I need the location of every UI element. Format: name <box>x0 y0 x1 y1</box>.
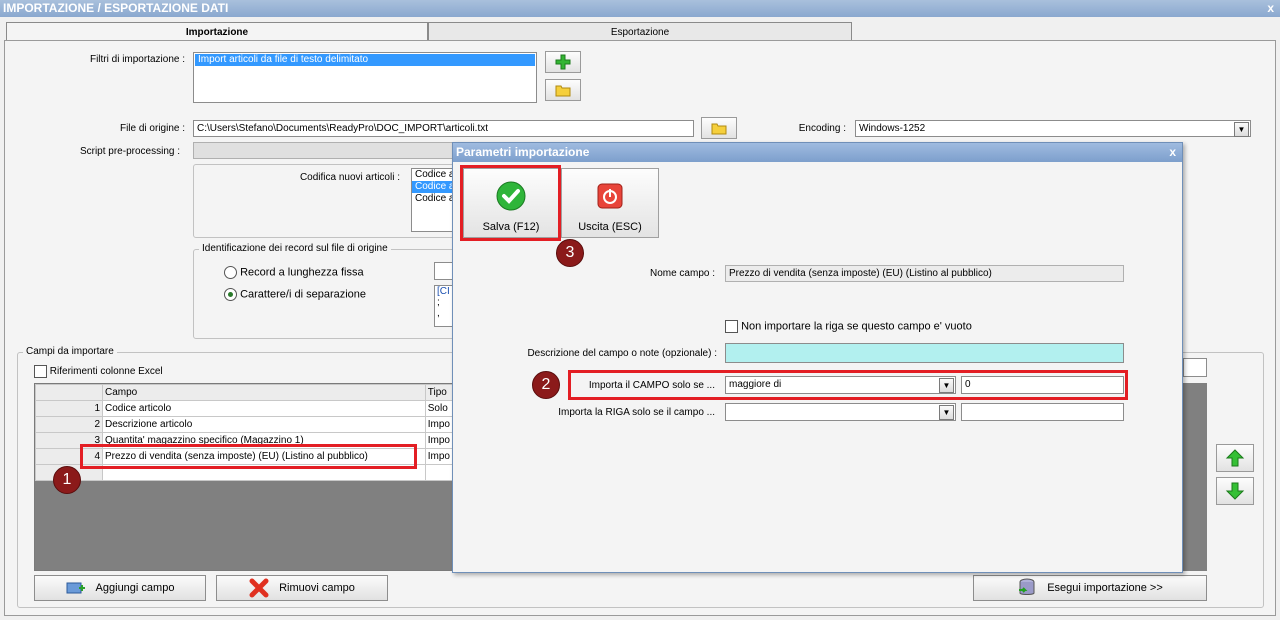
grid-header-tipo: Tipo <box>424 384 453 401</box>
arrow-up-icon <box>1225 449 1245 467</box>
browse-file-button[interactable] <box>701 117 737 139</box>
plus-icon <box>555 54 571 70</box>
row-number: 2 <box>35 416 103 433</box>
folder-icon <box>711 123 727 135</box>
table-row[interactable]: 1 Codice articolo Solo <box>35 400 453 417</box>
filters-label: Filtri di importazione : <box>89 54 185 65</box>
row-number: 1 <box>35 400 103 417</box>
step-badge-2: 2 <box>532 371 560 399</box>
highlight-box-3 <box>460 165 561 241</box>
database-icon <box>1019 578 1035 595</box>
run-import-label: Esegui importazione >> <box>1047 582 1163 594</box>
grid-header-campo: Campo <box>102 384 426 401</box>
row-campo[interactable]: Codice articolo <box>102 400 426 417</box>
step-badge-3: 3 <box>556 239 584 267</box>
step-badge-1: 1 <box>53 466 81 494</box>
window-title: IMPORTAZIONE / ESPORTAZIONE DATI <box>3 1 229 15</box>
radio-separator[interactable]: Carattere/i di separazione <box>224 288 366 301</box>
excel-checkbox-label: Riferimenti colonne Excel <box>49 366 163 378</box>
encoding-value: Windows-1252 <box>859 123 926 134</box>
highlight-box-2 <box>568 370 1128 400</box>
power-icon <box>597 183 623 209</box>
arrow-down-icon <box>1225 482 1245 500</box>
folder-icon <box>555 85 571 97</box>
tab-importazione[interactable]: Importazione <box>6 22 428 41</box>
exit-button[interactable]: Uscita (ESC) <box>561 168 659 238</box>
dialog-title-bar: Parametri importazione x <box>453 143 1182 162</box>
exit-label: Uscita (ESC) <box>578 221 642 233</box>
row-tipo[interactable] <box>424 464 453 481</box>
radio-separator-label: Carattere/i di separazione <box>240 288 367 301</box>
excel-checkbox[interactable]: Riferimenti colonne Excel <box>34 365 163 378</box>
remove-field-label: Rimuovi campo <box>279 582 355 594</box>
riga-operator-select[interactable]: ▼ <box>725 403 956 421</box>
fields-grid[interactable]: Campo Tipo 1 Codice articolo Solo 2 Desc… <box>34 383 454 571</box>
chevron-down-icon: ▼ <box>939 405 954 420</box>
identificazione-title: Identificazione dei record sul file di o… <box>199 243 391 254</box>
list-item[interactable]: Import articoli da file di testo delimit… <box>195 54 535 66</box>
row-campo[interactable]: Descrizione articolo <box>102 416 426 433</box>
riga-value-input[interactable] <box>961 403 1124 421</box>
row-tipo[interactable]: Impo <box>424 448 453 465</box>
list-item[interactable]: Codice a <box>412 181 455 193</box>
skip-empty-checkbox[interactable]: Non importare la riga se questo campo e'… <box>725 320 972 333</box>
dialog-title: Parametri importazione <box>456 145 590 159</box>
origin-label: File di origine : <box>119 123 185 134</box>
encoding-label: Encoding : <box>798 123 846 134</box>
filters-list[interactable]: Import articoli da file di testo delimit… <box>193 52 537 103</box>
script-input[interactable] <box>193 142 455 159</box>
row-tipo[interactable]: Impo <box>424 432 453 449</box>
descrizione-label: Descrizione del campo o note (opzionale)… <box>527 348 717 359</box>
radio-fixed-length[interactable]: Record a lunghezza fissa <box>224 266 364 279</box>
x-icon <box>249 578 269 598</box>
table-row[interactable]: 2 Descrizione articolo Impo <box>35 416 453 433</box>
row-tipo[interactable]: Solo <box>424 400 453 417</box>
codifica-label: Codifica nuovi articoli : <box>299 172 400 183</box>
excel-ref-input[interactable] <box>1183 358 1207 377</box>
run-import-button[interactable]: Esegui importazione >> <box>973 575 1207 601</box>
add-field-label: Aggiungi campo <box>95 582 175 594</box>
radio-icon <box>224 266 237 279</box>
nome-campo-label: Nome campo : <box>649 268 715 279</box>
grid-right-area <box>1183 383 1207 571</box>
origin-file-input[interactable]: C:\Users\Stefano\Documents\ReadyPro\DOC_… <box>193 120 694 137</box>
add-filter-button[interactable] <box>545 51 581 73</box>
move-up-button[interactable] <box>1216 444 1254 472</box>
parametri-dialog: Parametri importazione x Salva (F12) Usc… <box>452 142 1183 573</box>
campi-title: Campi da importare <box>23 346 117 357</box>
window-title-bar: IMPORTAZIONE / ESPORTAZIONE DATI x <box>0 0 1280 17</box>
tab-esportazione[interactable]: Esportazione <box>428 22 852 41</box>
open-filter-button[interactable] <box>545 79 581 101</box>
nome-campo-value: Prezzo di vendita (senza imposte) (EU) (… <box>725 265 1124 282</box>
list-item[interactable]: Codice a <box>412 169 455 181</box>
chevron-down-icon: ▼ <box>1234 122 1249 137</box>
highlight-box-1 <box>80 444 417 469</box>
skip-empty-label: Non importare la riga se questo campo e'… <box>741 320 972 333</box>
grid-header-num <box>35 384 103 401</box>
descrizione-input[interactable] <box>725 343 1124 363</box>
grid-header: Campo Tipo <box>35 384 453 401</box>
checkbox-icon <box>725 320 738 333</box>
add-field-button[interactable]: Aggiungi campo <box>34 575 206 601</box>
row-tipo[interactable]: Impo <box>424 416 453 433</box>
riga-condition-label: Importa la RIGA solo se il campo ... <box>558 407 715 418</box>
radio-fixed-label: Record a lunghezza fissa <box>240 266 364 279</box>
radio-icon <box>224 288 237 301</box>
encoding-select[interactable]: Windows-1252 ▼ <box>855 120 1251 137</box>
list-item[interactable]: Codice a <box>412 193 455 205</box>
move-down-button[interactable] <box>1216 477 1254 505</box>
codifica-list[interactable]: Codice a Codice a Codice a <box>411 168 455 232</box>
add-field-icon <box>66 582 85 594</box>
checkbox-icon <box>34 365 47 378</box>
close-icon[interactable]: x <box>1267 0 1274 17</box>
dialog-close-icon[interactable]: x <box>1169 143 1176 162</box>
script-label: Script pre-processing : <box>79 146 180 157</box>
remove-field-button[interactable]: Rimuovi campo <box>216 575 388 601</box>
